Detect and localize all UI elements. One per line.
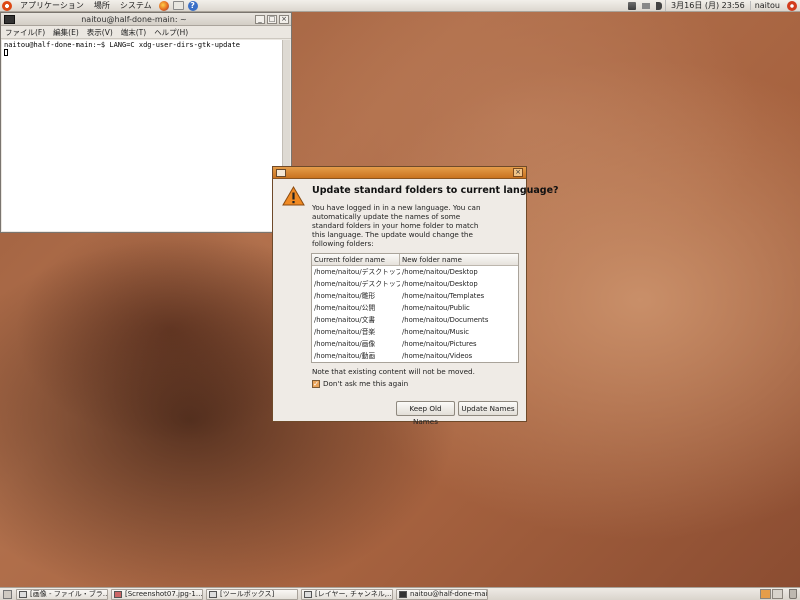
- maximize-button[interactable]: □: [267, 14, 277, 24]
- power-icon[interactable]: [787, 0, 797, 11]
- task-label: [ツールボックス]: [220, 590, 275, 598]
- terminal-menubar: ファイル(F) 編集(E) 表示(V) 端末(T) ヘルプ(H): [1, 26, 291, 39]
- column-header-new[interactable]: New folder name: [400, 254, 518, 265]
- menu-applications[interactable]: アプリケーション: [15, 0, 89, 11]
- keep-old-names-button[interactable]: Keep Old Names: [396, 401, 455, 426]
- cell-current-folder: /home/naitou/文書: [314, 316, 376, 324]
- folder-table: Current folder name New folder name /hom…: [311, 253, 519, 363]
- image-icon: [114, 590, 122, 598]
- ubuntu-logo-icon[interactable]: [2, 0, 12, 11]
- cell-current-folder: /home/naitou/音楽: [314, 328, 376, 336]
- dialog-heading: Update standard folders to current langu…: [312, 185, 559, 196]
- folder-icon: [19, 590, 27, 598]
- help-icon[interactable]: ?: [187, 0, 198, 11]
- table-row[interactable]: /home/naitou/デスクトップ/home/naitou/Desktop: [312, 266, 518, 278]
- cell-new-folder: /home/naitou/Videos: [402, 352, 473, 360]
- user-switcher[interactable]: naitou: [749, 1, 784, 10]
- dont-ask-row[interactable]: ✓ Don't ask me this again: [312, 379, 408, 388]
- warning-icon: [282, 186, 305, 206]
- cell-current-folder: /home/naitou/雛形: [314, 292, 376, 300]
- clock[interactable]: 3月16日 (月) 23:56: [665, 0, 750, 11]
- network-icon[interactable]: [628, 1, 637, 10]
- terminal-icon: [399, 590, 407, 598]
- menu-places[interactable]: 場所: [89, 0, 115, 11]
- update-names-button[interactable]: Update Names: [458, 401, 518, 416]
- table-header: Current folder name New folder name: [312, 254, 518, 266]
- cell-new-folder: /home/naitou/Desktop: [402, 268, 478, 276]
- task-label: naitou@half-done-mai…: [410, 590, 488, 598]
- cell-new-folder: /home/naitou/Desktop: [402, 280, 478, 288]
- terminal-menu-edit[interactable]: 編集(E): [49, 27, 83, 38]
- volume-icon[interactable]: [656, 1, 663, 10]
- cell-new-folder: /home/naitou/Music: [402, 328, 469, 336]
- cell-new-folder: /home/naitou/Templates: [402, 292, 485, 300]
- terminal-menu-help[interactable]: ヘルプ(H): [150, 27, 192, 38]
- table-row[interactable]: /home/naitou/デスクトップ/home/naitou/Desktop: [312, 278, 518, 290]
- workspace-switcher: [759, 589, 783, 599]
- dialog-close-button[interactable]: ×: [513, 168, 523, 177]
- cell-new-folder: /home/naitou/Documents: [402, 316, 489, 324]
- mail-icon[interactable]: [172, 1, 184, 10]
- firefox-icon[interactable]: [158, 0, 169, 11]
- task-toolbox[interactable]: [ツールボックス]: [206, 588, 298, 600]
- cell-current-folder: /home/naitou/画像: [314, 340, 376, 348]
- terminal-prompt-line: naitou@half-done-main:~$ LANG=C xdg-user…: [4, 41, 241, 49]
- notification-mail-icon[interactable]: [642, 2, 651, 9]
- close-button[interactable]: ×: [279, 14, 289, 24]
- task-screenshot[interactable]: [Screenshot07.jpg-1.…: [111, 588, 203, 600]
- menu-system[interactable]: システム: [115, 0, 157, 11]
- cell-new-folder: /home/naitou/Public: [402, 304, 470, 312]
- terminal-menu-terminal[interactable]: 端末(T): [117, 27, 150, 38]
- task-label: [画像 - ファイル・ブラ…: [30, 590, 108, 598]
- system-tray: 3月16日 (月) 23:56 naitou: [625, 0, 800, 12]
- table-row[interactable]: /home/naitou/動画/home/naitou/Videos: [312, 350, 518, 362]
- dialog-note: Note that existing content will not be m…: [312, 367, 475, 376]
- workspace-2[interactable]: [772, 589, 783, 599]
- dialog-titlebar[interactable]: ×: [273, 167, 526, 179]
- terminal-menu-file[interactable]: ファイル(F): [1, 27, 49, 38]
- top-panel: アプリケーション 場所 システム ? 3月16日 (月) 23:56 naito…: [0, 0, 800, 12]
- table-row[interactable]: /home/naitou/画像/home/naitou/Pictures: [312, 338, 518, 350]
- terminal-icon[interactable]: [4, 14, 15, 24]
- table-row[interactable]: /home/naitou/公開/home/naitou/Public: [312, 302, 518, 314]
- cell-current-folder: /home/naitou/デスクトップ: [314, 268, 400, 276]
- table-row[interactable]: /home/naitou/文書/home/naitou/Documents: [312, 314, 518, 326]
- column-header-current[interactable]: Current folder name: [312, 254, 400, 265]
- cell-current-folder: /home/naitou/公開: [314, 304, 376, 312]
- workspace-1[interactable]: [760, 589, 771, 599]
- trash-icon[interactable]: [789, 589, 797, 599]
- table-row[interactable]: /home/naitou/音楽/home/naitou/Music: [312, 326, 518, 338]
- table-row[interactable]: /home/naitou/雛形/home/naitou/Templates: [312, 290, 518, 302]
- terminal-window: naitou@half-done-main: ~ _ □ × ファイル(F) 編…: [0, 12, 292, 233]
- minimize-button[interactable]: _: [255, 14, 265, 24]
- cell-current-folder: /home/naitou/動画: [314, 352, 376, 360]
- bottom-panel: [画像 - ファイル・ブラ… [Screenshot07.jpg-1.… [ツー…: [0, 587, 800, 600]
- dialog-description: You have logged in in a new language. Yo…: [312, 203, 481, 248]
- cell-new-folder: /home/naitou/Pictures: [402, 340, 477, 348]
- task-terminal[interactable]: naitou@half-done-mai…: [396, 588, 488, 600]
- terminal-output[interactable]: naitou@half-done-main:~$ LANG=C xdg-user…: [2, 40, 282, 231]
- show-desktop-icon[interactable]: [3, 589, 12, 599]
- dont-ask-checkbox[interactable]: ✓: [312, 379, 320, 388]
- terminal-menu-view[interactable]: 表示(V): [83, 27, 117, 38]
- terminal-title: naitou@half-done-main: ~: [81, 14, 187, 24]
- cell-current-folder: /home/naitou/デスクトップ: [314, 280, 400, 288]
- dont-ask-label[interactable]: Don't ask me this again: [323, 379, 408, 388]
- task-label: [レイヤー, チャンネル,…: [315, 590, 393, 598]
- toolbox-icon: [209, 590, 217, 598]
- update-folders-dialog: × Update standard folders to current lan…: [272, 166, 559, 426]
- task-layers[interactable]: [レイヤー, チャンネル,…: [301, 588, 393, 600]
- layers-icon: [304, 590, 312, 598]
- text-cursor: [4, 49, 8, 56]
- task-file-browser[interactable]: [画像 - ファイル・ブラ…: [16, 588, 108, 600]
- window-menu-icon[interactable]: [276, 168, 286, 177]
- task-label: [Screenshot07.jpg-1.…: [125, 590, 203, 598]
- terminal-titlebar[interactable]: naitou@half-done-main: ~ _ □ ×: [1, 13, 291, 26]
